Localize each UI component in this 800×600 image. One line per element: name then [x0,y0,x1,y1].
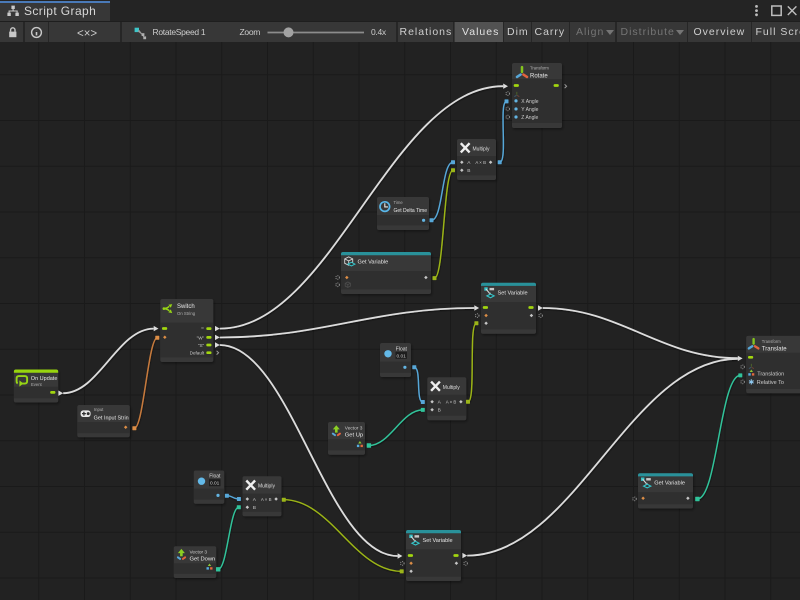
svg-text:0.01: 0.01 [210,481,220,487]
svg-text:Vector 3: Vector 3 [190,549,208,555]
svg-text:Translation: Translation [757,371,784,377]
svg-text:X Angle: X Angle [521,99,538,105]
svg-text:Get Delta Time: Get Delta Time [394,208,428,214]
svg-text:Input: Input [94,407,104,412]
svg-text:B: B [438,408,441,414]
svg-text:A × B: A × B [261,497,272,502]
svg-text:B: B [467,168,470,174]
svg-text:Multiply: Multiply [473,146,490,152]
svg-text:Rotate: Rotate [530,74,548,80]
svg-text:"S": "S" [198,343,205,348]
svg-text:Get Variable: Get Variable [654,481,685,487]
svg-text:Y Angle: Y Angle [521,107,538,113]
svg-text:Float: Float [209,474,221,480]
svg-text:Vector 3: Vector 3 [345,426,363,432]
svg-text:Transform: Transform [762,339,781,344]
svg-text:<×>: <×> [77,28,97,40]
svg-text:"": "" [201,327,205,332]
svg-text:Set Variable: Set Variable [498,291,528,297]
svg-text:On String: On String [177,311,196,316]
svg-text:"W": "W" [197,335,205,340]
svg-text:Set Variable: Set Variable [423,538,453,544]
svg-text:A × B: A × B [446,400,457,405]
svg-text:Relative To: Relative To [757,380,784,386]
svg-text:0.01: 0.01 [397,353,407,359]
svg-text:Event: Event [31,382,43,387]
svg-text:Multiply: Multiply [443,385,460,391]
svg-text:Default: Default [190,351,205,356]
svg-text:Time: Time [394,200,404,205]
svg-text:Switch: Switch [177,304,195,310]
svg-text:Float: Float [396,346,408,352]
svg-text:Get Down: Get Down [190,556,216,562]
svg-text:Get Variable: Get Variable [358,260,389,266]
svg-text:Transform: Transform [530,66,549,71]
svg-text:Get Up: Get Up [345,433,363,439]
svg-text:Translate: Translate [762,347,787,353]
svg-text:Z Angle: Z Angle [521,115,538,121]
svg-text:Multiply: Multiply [258,484,275,490]
svg-text:A × B: A × B [475,160,486,165]
svg-text:Get Input Strin: Get Input Strin [94,415,129,421]
svg-text:B: B [253,505,256,511]
